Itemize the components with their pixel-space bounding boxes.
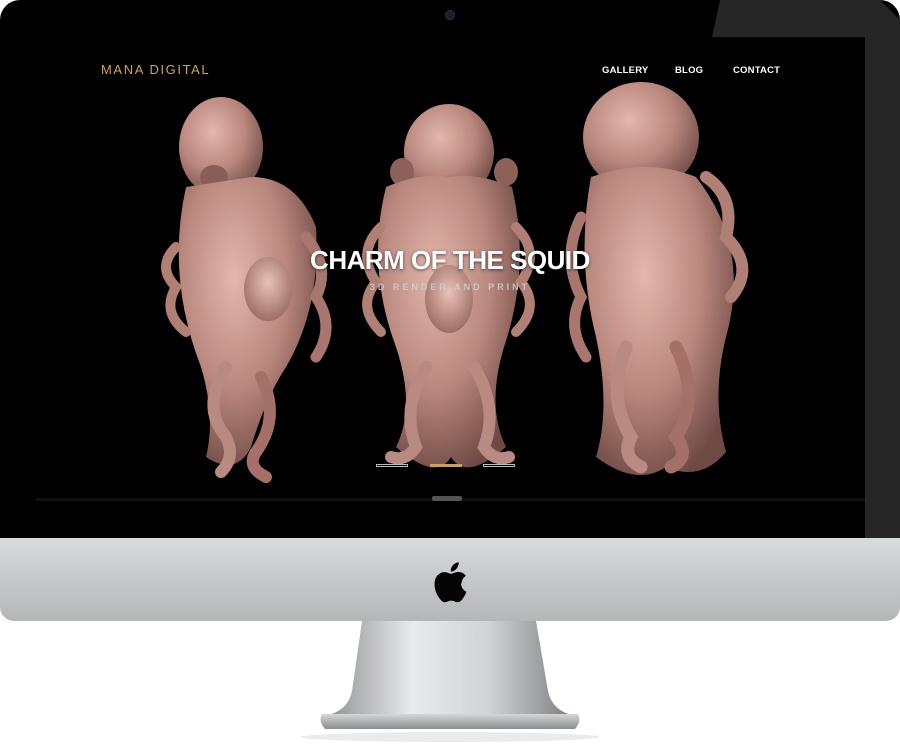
nav-blog[interactable]: BLOG	[675, 65, 703, 76]
slider-dot-2[interactable]	[430, 464, 462, 467]
monitor-stand	[300, 621, 600, 742]
camera-icon	[445, 10, 455, 20]
nav-gallery[interactable]: GALLERY	[602, 65, 648, 76]
apple-logo-icon	[434, 562, 467, 603]
slider-dot-3[interactable]	[483, 464, 515, 467]
scroll-handle[interactable]	[432, 496, 462, 501]
imac-mockup: MANA DIGITAL GALLERY BLOG CONTACT CHARM …	[0, 0, 900, 753]
hero-subtitle: 3D RENDER AND PRINT	[369, 282, 531, 292]
slider-dot-1[interactable]	[376, 464, 408, 467]
nav-contact[interactable]: CONTACT	[733, 65, 780, 76]
sculpture-right	[565, 82, 749, 475]
site-logo[interactable]: MANA DIGITAL	[101, 62, 210, 77]
hero-title: CHARM OF THE SQUID	[310, 245, 590, 275]
